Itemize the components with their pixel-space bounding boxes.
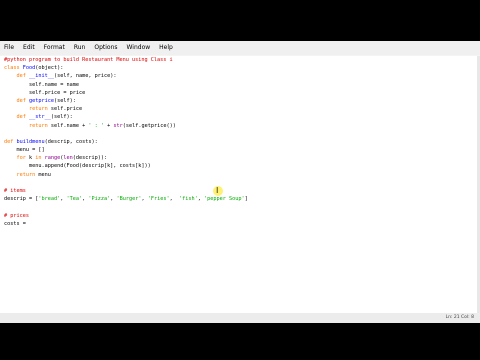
code-line: descrip = ['bread', 'Tea', 'Pizza', 'Bur… bbox=[4, 195, 248, 203]
code-token: return bbox=[4, 106, 51, 113]
code-token: 'Burger' bbox=[116, 196, 142, 203]
video-frame: File Edit Format Run Options Window Help… bbox=[0, 0, 480, 360]
menu-format[interactable]: Format bbox=[40, 41, 70, 55]
code-line: self.name = name bbox=[4, 81, 248, 89]
code-token: self.price = price bbox=[4, 89, 86, 96]
code-token: getprice bbox=[29, 97, 54, 104]
code-line: menu.append(Food(descrip[k], costs[k])) bbox=[4, 162, 248, 170]
code-token: menu bbox=[38, 171, 51, 178]
menu-bar: File Edit Format Run Options Window Help bbox=[0, 41, 480, 55]
menu-file[interactable]: File bbox=[0, 41, 19, 55]
code-token: def bbox=[4, 114, 29, 121]
code-token: __str__ bbox=[29, 114, 51, 121]
code-line: #python program to build Restaurant Menu… bbox=[4, 56, 248, 64]
code-token: 'Fries' bbox=[147, 196, 170, 203]
code-token: return bbox=[4, 122, 51, 129]
code-token: def bbox=[4, 73, 29, 80]
code-token: 'Pizza' bbox=[88, 196, 111, 203]
code-token: (self): bbox=[54, 97, 76, 104]
code-line: def __init__(self, name, price): bbox=[4, 72, 248, 80]
code-token: 'pepper Soup' bbox=[203, 196, 245, 203]
code-token: # items bbox=[4, 188, 26, 194]
code-line: return self.name + ' : ' + str(self.getp… bbox=[4, 122, 248, 130]
code-line: self.price = price bbox=[4, 89, 248, 97]
code-line: def __str__(self): bbox=[4, 113, 248, 121]
code-token: str bbox=[113, 122, 123, 129]
code-token: range bbox=[44, 155, 61, 162]
code-line: def getprice(self): bbox=[4, 97, 248, 105]
code-token: def bbox=[4, 138, 17, 145]
code-token: __init__ bbox=[29, 73, 54, 80]
code-editor[interactable]: #python program to build Restaurant Menu… bbox=[0, 56, 477, 313]
code-token: + bbox=[103, 122, 114, 129]
code-token: return bbox=[4, 171, 39, 178]
code-line: # prices bbox=[4, 212, 248, 220]
code-token: descrip = [ bbox=[4, 196, 39, 203]
code-text: #python program to build Restaurant Menu… bbox=[4, 56, 248, 228]
code-token: 'bread' bbox=[38, 196, 61, 203]
code-token: menu = [] bbox=[4, 147, 45, 154]
code-line: # items bbox=[4, 187, 248, 195]
code-line: class Food(object): bbox=[4, 64, 248, 72]
code-token: len bbox=[63, 155, 73, 162]
code-line: menu = [] bbox=[4, 146, 248, 154]
code-token: # prices bbox=[4, 212, 29, 219]
code-token: for bbox=[4, 155, 29, 162]
code-token: (object): bbox=[35, 65, 64, 72]
menu-window[interactable]: Window bbox=[123, 41, 156, 55]
code-line: for k in range(len(descrip)): bbox=[4, 154, 248, 162]
menu-options[interactable]: Options bbox=[90, 41, 122, 55]
code-token: , bbox=[169, 196, 179, 203]
code-token: in bbox=[35, 155, 45, 162]
code-token: ] bbox=[244, 196, 248, 203]
code-token: class bbox=[4, 65, 23, 72]
code-line: return self.price bbox=[4, 105, 248, 113]
menu-edit[interactable]: Edit bbox=[19, 41, 40, 55]
code-token: #python program to build Restaurant Menu… bbox=[4, 57, 173, 63]
code-token: ' : ' bbox=[88, 122, 104, 129]
code-token: def bbox=[4, 97, 29, 104]
code-token: self.price bbox=[50, 106, 83, 113]
cursor-position: Ln: 21 Col: 8 bbox=[445, 315, 474, 320]
text-cursor-icon: I bbox=[216, 186, 219, 195]
code-token: self.name = name bbox=[4, 81, 79, 88]
code-token: (self.getprice()) bbox=[122, 122, 176, 129]
code-token: Food bbox=[22, 65, 36, 72]
code-token: self.name + bbox=[50, 122, 89, 129]
code-token: buildmenu bbox=[16, 138, 45, 145]
code-line: def buildmenu(descrip, costs): bbox=[4, 138, 248, 146]
menu-run[interactable]: Run bbox=[70, 41, 91, 55]
code-token: (self): bbox=[50, 114, 73, 121]
code-token: menu.append(Food(descrip[k], costs[k])) bbox=[4, 163, 151, 170]
code-token: 'Tea' bbox=[66, 196, 83, 203]
code-token: costs = bbox=[4, 220, 29, 227]
code-line: return menu bbox=[4, 171, 248, 179]
status-bar: Ln: 21 Col: 8 bbox=[0, 313, 480, 323]
code-token: 'fish' bbox=[178, 196, 198, 203]
code-line: costs = bbox=[4, 220, 248, 228]
idle-editor-window: File Edit Format Run Options Window Help… bbox=[0, 41, 480, 323]
code-token: (descrip)): bbox=[72, 155, 108, 162]
menu-help[interactable]: Help bbox=[155, 41, 178, 55]
code-token: (descrip, costs): bbox=[44, 138, 98, 145]
code-token: (self, name, price): bbox=[54, 73, 117, 80]
